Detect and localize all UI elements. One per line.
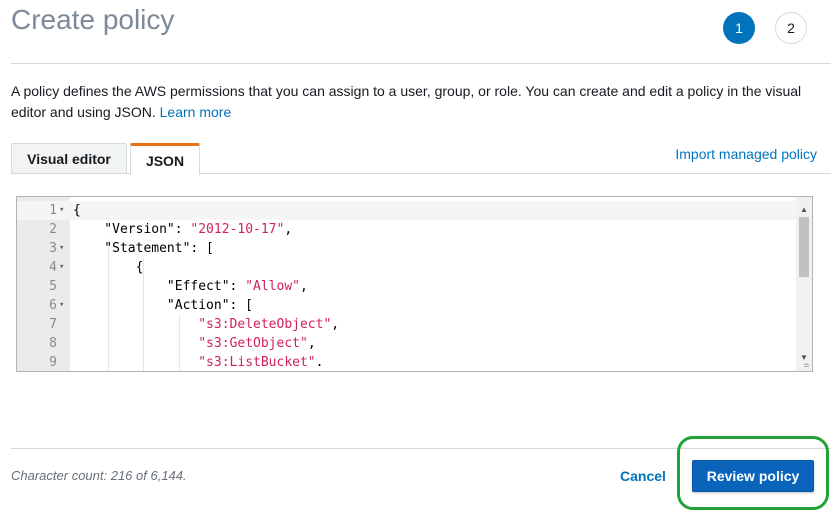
code-line[interactable]: 4 ▾ {	[17, 258, 797, 277]
code-text: {	[73, 201, 81, 220]
code-token: "Statement": [	[73, 241, 214, 256]
code-string: "s3:GetObject"	[198, 336, 308, 351]
code-line[interactable]: 5 "Effect": "Allow",	[17, 277, 797, 296]
code-token: {	[73, 260, 144, 275]
import-managed-policy-link[interactable]: Import managed policy	[675, 146, 817, 162]
line-number: 3	[49, 241, 57, 256]
line-number: 1	[49, 203, 57, 218]
line-number: 6	[49, 298, 57, 313]
code-string: "s3:ListBucket"	[198, 355, 316, 370]
fold-toggle-icon[interactable]: ▾	[59, 258, 67, 277]
code-token: "Effect":	[73, 279, 246, 294]
step-2-indicator: 2	[775, 12, 807, 44]
cancel-button[interactable]: Cancel	[612, 466, 674, 486]
code-string: "s3:DeleteObject"	[198, 317, 332, 332]
code-text: "s3:ListBucket".	[73, 353, 324, 371]
code-line[interactable]: 9 "s3:ListBucket".	[17, 353, 797, 371]
code-token: ,	[331, 317, 340, 332]
tab-json[interactable]: JSON	[130, 143, 200, 175]
header-divider	[11, 63, 831, 64]
code-token: ,	[307, 336, 316, 351]
code-text: "Effect": "Allow",	[73, 277, 308, 296]
code-line[interactable]: 3 ▾ "Statement": [	[17, 239, 797, 258]
line-number: 7	[49, 317, 57, 332]
code-line[interactable]: 7 "s3:DeleteObject",	[17, 315, 797, 334]
line-number: 5	[49, 279, 57, 294]
page-title: Create policy	[11, 4, 175, 35]
code-line[interactable]: 6 ▾ "Action": [	[17, 296, 797, 315]
resize-handle-icon[interactable]: ≐	[803, 362, 811, 370]
code-text: "Version": "2012-10-17",	[73, 220, 292, 239]
policy-description: A policy defines the AWS permissions tha…	[11, 81, 821, 123]
editor-scrollbar[interactable]: ▲ ▼	[796, 197, 812, 371]
code-lines: 1 ▾{2 "Version": "2012-10-17", 3 ▾ "Stateme…	[17, 201, 797, 371]
line-number: 2	[49, 222, 57, 237]
line-number: 8	[49, 336, 57, 351]
code-text: "s3:DeleteObject",	[73, 315, 339, 334]
line-number: 4	[49, 260, 57, 275]
description-text: A policy defines the AWS permissions tha…	[11, 83, 802, 120]
code-text: "Action": [	[73, 296, 253, 315]
learn-more-link[interactable]: Learn more	[160, 104, 232, 120]
fold-toggle-icon[interactable]: ▾	[59, 239, 67, 258]
fold-toggle-icon[interactable]: ▾	[59, 201, 67, 220]
code-token: {	[73, 203, 81, 218]
code-token: "Action": [	[73, 298, 254, 313]
code-line[interactable]: 1 ▾ {	[17, 201, 797, 220]
code-string: "2012-10-17"	[190, 222, 285, 237]
scroll-up-arrow-icon[interactable]: ▲	[796, 201, 812, 217]
code-text: "Statement": [	[73, 239, 214, 258]
review-policy-button[interactable]: Review policy	[692, 460, 814, 492]
create-policy-page: Create policy 1 2 A policy defines the A…	[0, 0, 836, 516]
fold-toggle-icon[interactable]: ▾	[59, 296, 67, 315]
code-string: "Allow"	[245, 279, 300, 294]
code-text: "s3:GetObject",	[73, 334, 316, 353]
code-line[interactable]: 8 "s3:GetObject",	[17, 334, 797, 353]
step-1-indicator: 1	[723, 12, 755, 44]
tab-visual-editor[interactable]: Visual editor	[11, 143, 127, 174]
line-number: 9	[49, 355, 57, 370]
code-token: ,	[284, 222, 293, 237]
code-line[interactable]: 2 "Version": "2012-10-17",	[17, 220, 797, 239]
scroll-thumb[interactable]	[799, 217, 809, 277]
code-token: "Version":	[73, 222, 191, 237]
code-text: {	[73, 258, 144, 277]
character-count: Character count: 216 of 6,144.	[11, 468, 187, 483]
json-editor[interactable]: 1 ▾{2 "Version": "2012-10-17", 3 ▾ "Stateme…	[16, 196, 813, 372]
code-token: .	[315, 355, 324, 370]
code-token: ,	[299, 279, 308, 294]
